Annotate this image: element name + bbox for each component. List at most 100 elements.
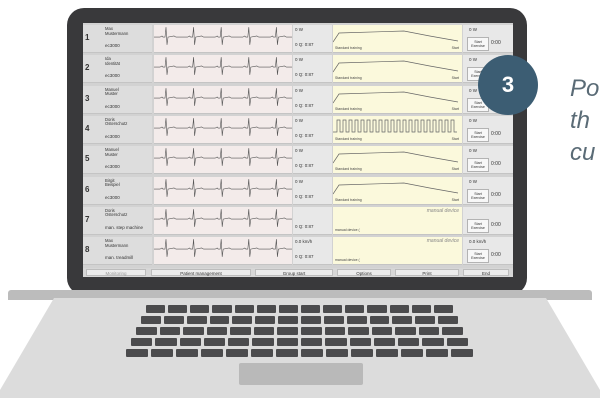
start-exercise-button[interactable]: Start Exercise [467, 37, 489, 51]
keyboard-key [209, 316, 230, 324]
patient-info[interactable]: 6 Birgit Beispiel ec3000 [83, 176, 152, 205]
power-value: 0 W [295, 178, 304, 184]
keyboard-key [392, 316, 413, 324]
q-value: 0 Q: 0:87 [295, 102, 314, 108]
patient-info[interactable]: 5 Manuel Muster ec3000 [83, 146, 152, 175]
start-exercise-button[interactable]: Start Exercise [467, 127, 489, 142]
keyboard-key [276, 349, 298, 357]
target-power: 0 W [469, 87, 478, 93]
patient-number: 7 [85, 214, 90, 224]
q-value: 0 Q: 0:87 [295, 223, 314, 229]
power-value: 0 W [295, 148, 304, 154]
monitoring-button[interactable]: Monitoring [86, 269, 146, 276]
keyboard-key [234, 305, 254, 313]
keyboard-key [201, 349, 223, 357]
keyboard-key [349, 338, 371, 346]
keyboard-key [371, 327, 393, 335]
ecg-trace [154, 237, 292, 266]
start-exercise-button[interactable]: Start Exercise [467, 249, 489, 264]
profile-curve [332, 30, 459, 43]
keyboard-key [255, 316, 276, 324]
training-profile: manual device manual device ( [333, 206, 462, 235]
keyboard-key [159, 327, 181, 335]
keyboard-key [252, 338, 274, 346]
power-value: 0.0 km/h [295, 239, 313, 245]
keyboard-key [183, 327, 204, 335]
start-exercise-label: Start Exercise [471, 130, 485, 139]
keyboard-key [442, 327, 463, 335]
start-exercise-label: Start Exercise [471, 161, 485, 170]
exercise-control: Start Exercise 0:00 [463, 206, 513, 235]
step-number: 3 [501, 72, 515, 97]
program-label: Standard training [335, 106, 362, 111]
start-exercise-label: Start Exercise [471, 252, 485, 261]
end-button[interactable]: End [463, 269, 509, 276]
power-control[interactable]: 0 W 0 Q: 0:87 [293, 146, 332, 175]
patient-info[interactable]: 7 Doris Osterschutz man. step machine [83, 206, 152, 235]
patient-info[interactable]: 1 Max Mustermann ec3000 [83, 25, 152, 53]
bottom-toolbar: Monitoring Patient management Group star… [83, 268, 513, 277]
power-control[interactable]: 0 W 0 Q: 0:87 [293, 176, 332, 205]
q-value: 0 Q: 0:87 [295, 193, 314, 199]
patient-management-button[interactable]: Patient management [151, 269, 251, 276]
power-control[interactable]: 0 W 0 Q: 0:87 [293, 85, 332, 114]
exercise-time: 0:00 [491, 130, 501, 137]
patient-name: Birgit Beispiel [105, 177, 120, 188]
profile-curve [332, 91, 459, 103]
start-exercise-button[interactable]: Start Exercise [467, 188, 489, 203]
q-value: 0 Q: 0:87 [295, 132, 314, 138]
start-exercise-button[interactable]: Start Exercise [467, 158, 489, 173]
keyboard-key [451, 349, 473, 357]
program-label: manual device ( [335, 258, 360, 263]
options-button[interactable]: Options [337, 269, 391, 276]
keyboard-key [301, 349, 323, 357]
patient-number: 2 [85, 63, 90, 73]
patient-number: 1 [85, 33, 90, 42]
power-value: 0 W [295, 117, 304, 123]
patient-number: 6 [85, 184, 90, 194]
keyboard-key [230, 327, 251, 335]
patient-row: 7 Doris Osterschutz man. step machine 0 … [83, 206, 513, 235]
keyboard-key [446, 338, 468, 346]
power-control[interactable]: 0 Q: 0:87 [293, 206, 332, 235]
print-button[interactable]: Print [395, 269, 459, 276]
power-control[interactable]: 0 W 0 Q: 0:87 [293, 55, 332, 84]
keyboard-key [278, 305, 298, 313]
start-exercise-button[interactable]: Start Exercise [467, 218, 489, 233]
patient-name: Max Mustermann [105, 26, 129, 36]
exercise-control: 0 W Start Exercise 0:00 [463, 115, 513, 144]
training-profile: Standard training Start [333, 115, 462, 144]
patient-info[interactable]: 3 Manuel Muster ec3000 [83, 85, 152, 114]
patient-device: ec3000 [105, 73, 120, 79]
power-value: 0 W [295, 57, 304, 63]
patient-row: 5 Manuel Muster ec3000 0 W 0 Q: 0:87 Sta… [83, 146, 513, 175]
keyboard-key [232, 316, 253, 324]
keyboard-key [276, 338, 298, 346]
keyboard-key [212, 305, 232, 313]
keyboard-key [369, 316, 390, 324]
side-text-line-3: cu [570, 139, 596, 166]
power-control[interactable]: 0 W 0 Q: 0:87 [293, 115, 332, 144]
patient-number: 4 [85, 123, 90, 133]
program-start-label: Start [451, 106, 459, 111]
training-profile: Standard training Start [332, 176, 462, 205]
keyboard-key [389, 305, 409, 313]
training-profile: Standard training Start [332, 146, 462, 175]
program-start-label: Start [451, 167, 459, 172]
patient-name: Max Mustermann [105, 238, 129, 248]
power-control[interactable]: 0 W 0 Q: 0:87 [293, 25, 332, 53]
q-value: 0 Q: 0:87 [295, 163, 314, 169]
keyboard-key [301, 305, 321, 313]
patient-info[interactable]: 4 Doris Osterschutz ec3000 [83, 115, 152, 144]
keyboard-key [186, 316, 207, 324]
patient-info[interactable]: 8 Max Mustermann man. treadmill [83, 237, 152, 266]
power-control[interactable]: 0.0 km/h 0 Q: 0:87 [293, 237, 332, 266]
keyboard-key [126, 349, 148, 357]
training-profile: Standard training Start [332, 25, 462, 53]
ecg-waveform [154, 148, 292, 167]
group-start-button[interactable]: Group start [255, 269, 333, 276]
target-power: 0 W [469, 57, 478, 63]
patient-info[interactable]: 2 Ida Identität ec3000 [83, 55, 152, 84]
keyboard-key [141, 316, 161, 324]
patient-name: Manuel Muster [105, 86, 119, 97]
